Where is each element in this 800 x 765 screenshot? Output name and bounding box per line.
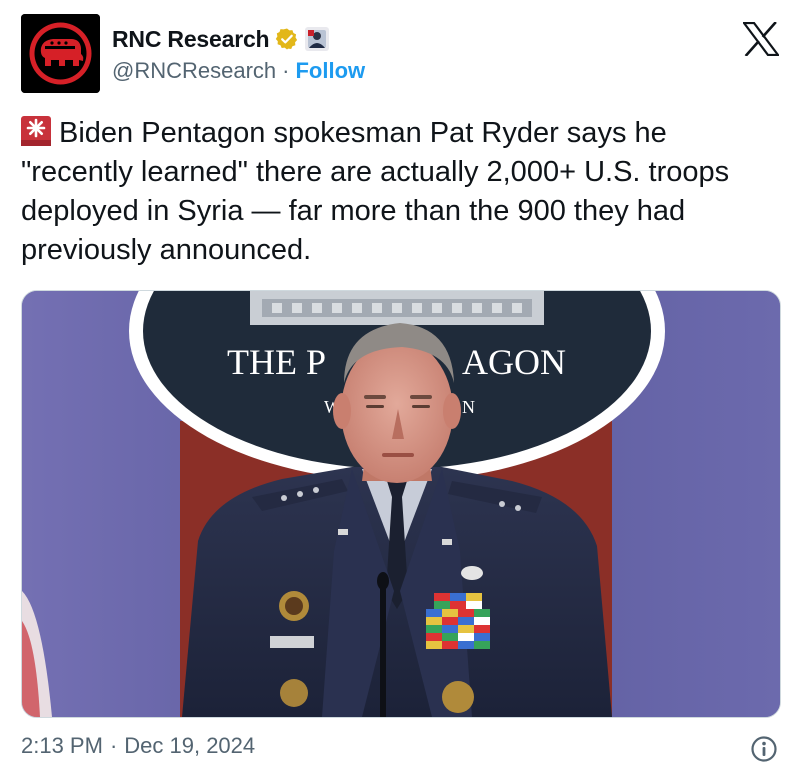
post-date: Dec 19, 2024	[124, 733, 256, 758]
timestamp-separator: ·	[109, 733, 118, 758]
siren-icon	[21, 116, 51, 146]
handle-row: @RNCResearch · Follow	[112, 58, 365, 84]
post-video-thumbnail[interactable]: THE P AGON W N	[21, 290, 781, 718]
rnc-logo-icon	[21, 14, 100, 93]
info-icon[interactable]	[750, 735, 778, 763]
post-text-body: Biden Pentagon spokesman Pat Ryder says …	[21, 117, 730, 266]
tweet-card: RNC Research @RNCResearch · Follow Biden…	[0, 0, 800, 765]
handle-separator: ·	[282, 58, 290, 83]
x-logo-icon[interactable]	[743, 22, 779, 56]
display-name[interactable]: RNC Research	[112, 26, 270, 53]
affiliate-badge-icon[interactable]	[305, 27, 330, 51]
follow-button[interactable]: Follow	[295, 58, 365, 84]
verified-badge-icon[interactable]	[275, 27, 299, 51]
display-name-row: RNC Research	[112, 22, 330, 56]
seal-text-left: THE P	[227, 342, 326, 382]
handle[interactable]: @RNCResearch	[112, 58, 276, 84]
avatar[interactable]	[21, 14, 100, 93]
seal-text-right: AGON	[462, 342, 566, 382]
post-time: 2:13 PM	[21, 733, 103, 758]
post-text: Biden Pentagon spokesman Pat Ryder says …	[21, 114, 781, 270]
media-image: THE P AGON W N	[22, 291, 780, 717]
seal-subtext-right: N	[462, 397, 475, 417]
post-timestamp[interactable]: 2:13 PM · Dec 19, 2024	[21, 733, 255, 759]
